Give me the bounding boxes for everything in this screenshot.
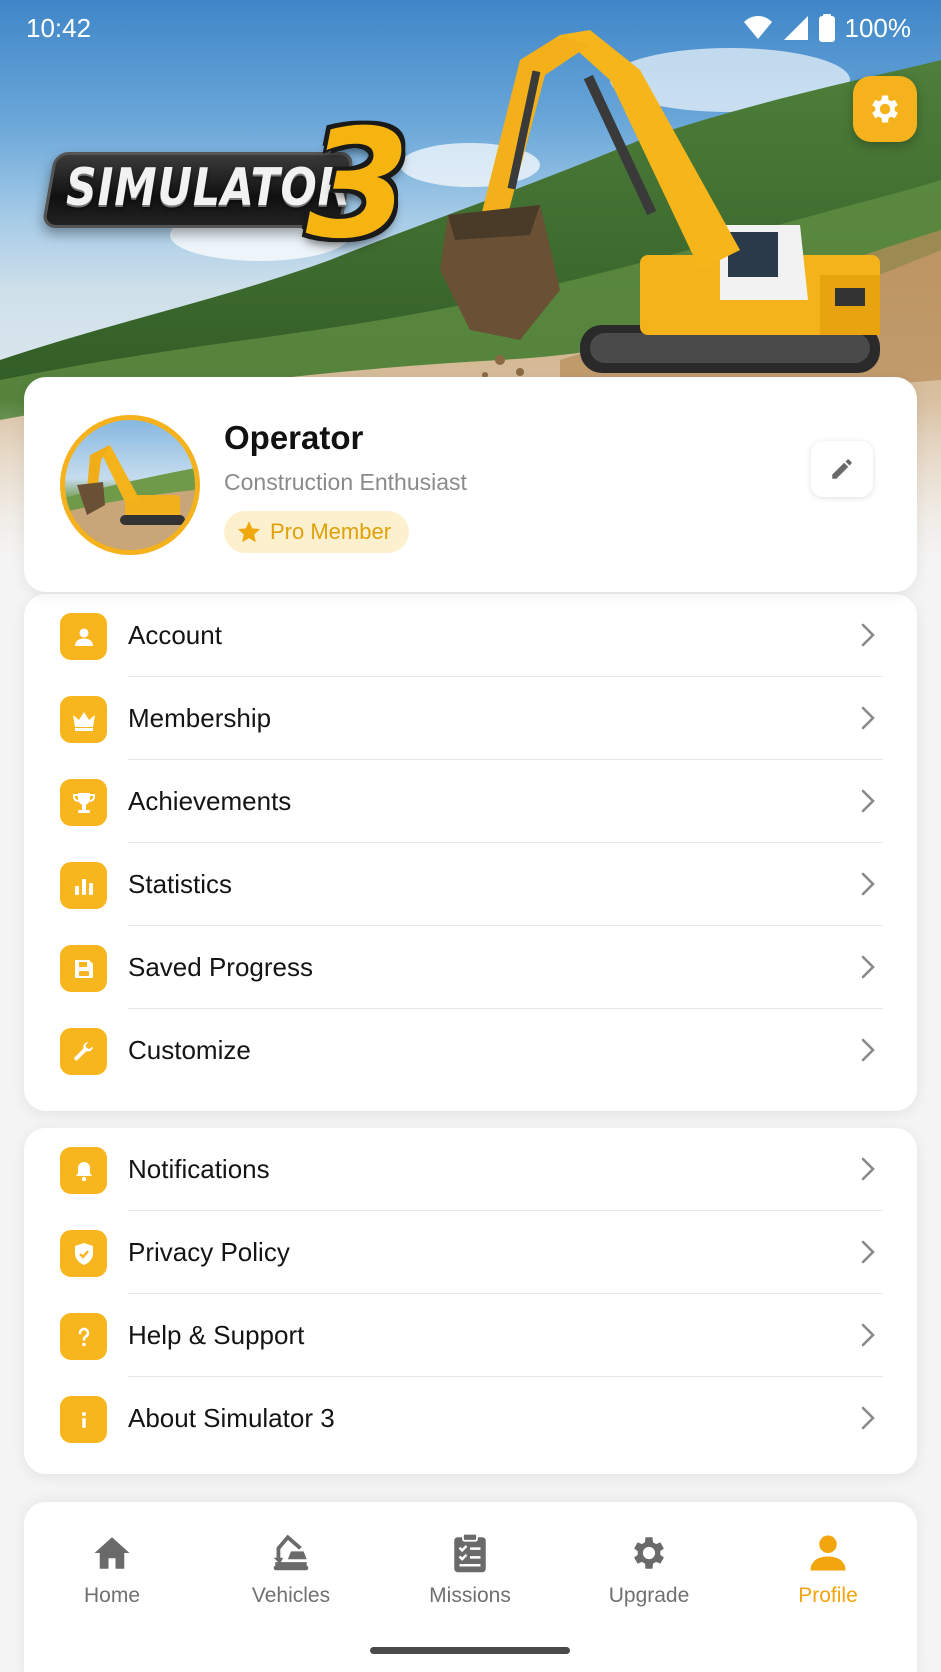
nav-label: Vehicles: [251, 1584, 331, 1607]
nav-item-upgrade[interactable]: Upgrade: [569, 1532, 729, 1622]
user-icon: [60, 613, 107, 660]
nav-label: Home: [83, 1584, 141, 1607]
account-menu: Account Membership Achievements Statisti…: [24, 594, 917, 1111]
trophy-icon: [60, 779, 107, 826]
menu-item-label: Privacy Policy: [128, 1237, 290, 1267]
avatar[interactable]: [60, 415, 200, 555]
profile-card: Operator Construction Enthusiast Pro Mem…: [24, 377, 917, 592]
game-logo: SIMULATOR 3: [41, 98, 424, 272]
logo-number: 3: [305, 98, 411, 272]
home-icon: [94, 1537, 130, 1569]
excavator-icon: [273, 1534, 309, 1571]
edit-profile-button[interactable]: [811, 441, 873, 497]
menu-item-label: About Simulator 3: [128, 1403, 335, 1433]
nav-label: Missions: [429, 1584, 511, 1607]
menu-item-label: Statistics: [128, 869, 233, 899]
status-icons: 100%: [743, 12, 912, 44]
menu-item-label: Achievements: [128, 786, 292, 816]
crown-icon: [60, 696, 107, 743]
status-time: 10:42: [26, 12, 92, 43]
menu-item-about[interactable]: About Simulator 3: [24, 1377, 917, 1460]
chevron-right-icon: [861, 872, 875, 896]
menu-item-help-support[interactable]: Help & Support: [24, 1294, 917, 1377]
nav-label: Profile: [798, 1584, 858, 1607]
shield-icon: [60, 1230, 107, 1277]
menu-item-customize[interactable]: Customize: [24, 1009, 917, 1092]
star-icon: [237, 521, 261, 543]
chevron-right-icon: [861, 1038, 875, 1062]
question-icon: [60, 1313, 107, 1360]
clipboard-icon: [454, 1532, 486, 1573]
menu-item-label: Saved Progress: [128, 952, 313, 982]
info-icon: [60, 1396, 107, 1443]
profile-name: Operator: [224, 419, 364, 456]
chevron-right-icon: [861, 1157, 875, 1181]
menu-item-privacy-policy[interactable]: Privacy Policy: [24, 1211, 917, 1294]
chevron-right-icon: [861, 706, 875, 730]
menu-item-label: Notifications: [128, 1154, 270, 1184]
gear-icon: [634, 1537, 664, 1569]
menu-item-account[interactable]: Account: [24, 594, 917, 677]
home-indicator[interactable]: [370, 1647, 570, 1654]
chevron-right-icon: [861, 623, 875, 647]
pro-member-badge: Pro Member: [224, 511, 410, 553]
menu-item-notifications[interactable]: Notifications: [24, 1128, 917, 1211]
status-bar: 10:42 100%: [0, 0, 941, 56]
menu-item-label: Membership: [128, 703, 272, 733]
nav-item-vehicles[interactable]: Vehicles: [211, 1532, 371, 1622]
nav-item-profile[interactable]: Profile: [748, 1532, 908, 1622]
signal-icon: [783, 16, 808, 40]
chevron-right-icon: [861, 955, 875, 979]
profile-subtitle: Construction Enthusiast: [224, 469, 467, 495]
battery-percent: 100%: [844, 12, 912, 43]
nav-item-home[interactable]: Home: [32, 1532, 192, 1622]
menu-item-statistics[interactable]: Statistics: [24, 843, 917, 926]
chevron-right-icon: [861, 1323, 875, 1347]
settings-button[interactable]: [853, 76, 917, 142]
bar-chart-icon: [60, 862, 107, 909]
nav-item-missions[interactable]: Missions: [390, 1532, 550, 1622]
pro-badge-label: Pro Member: [270, 519, 392, 544]
menu-item-membership[interactable]: Membership: [24, 677, 917, 760]
menu-item-label: Account: [128, 620, 222, 650]
avatar-excavator-image: [65, 445, 195, 550]
battery-icon: [818, 14, 835, 42]
gear-icon: [872, 95, 898, 123]
menu-item-label: Help & Support: [128, 1320, 305, 1350]
menu-item-saved-progress[interactable]: Saved Progress: [24, 926, 917, 1009]
menu-item-achievements[interactable]: Achievements: [24, 760, 917, 843]
save-icon: [60, 945, 107, 992]
bell-icon: [60, 1147, 107, 1194]
chevron-right-icon: [861, 789, 875, 813]
chevron-right-icon: [861, 1240, 875, 1264]
person-icon: [810, 1535, 846, 1571]
chevron-right-icon: [861, 1406, 875, 1430]
support-menu: Notifications Privacy Policy Help & Supp…: [24, 1128, 917, 1474]
wifi-icon: [743, 16, 772, 39]
nav-label: Upgrade: [608, 1584, 690, 1607]
wrench-icon: [60, 1028, 107, 1075]
menu-item-label: Customize: [128, 1035, 251, 1065]
pencil-icon: [832, 459, 852, 479]
